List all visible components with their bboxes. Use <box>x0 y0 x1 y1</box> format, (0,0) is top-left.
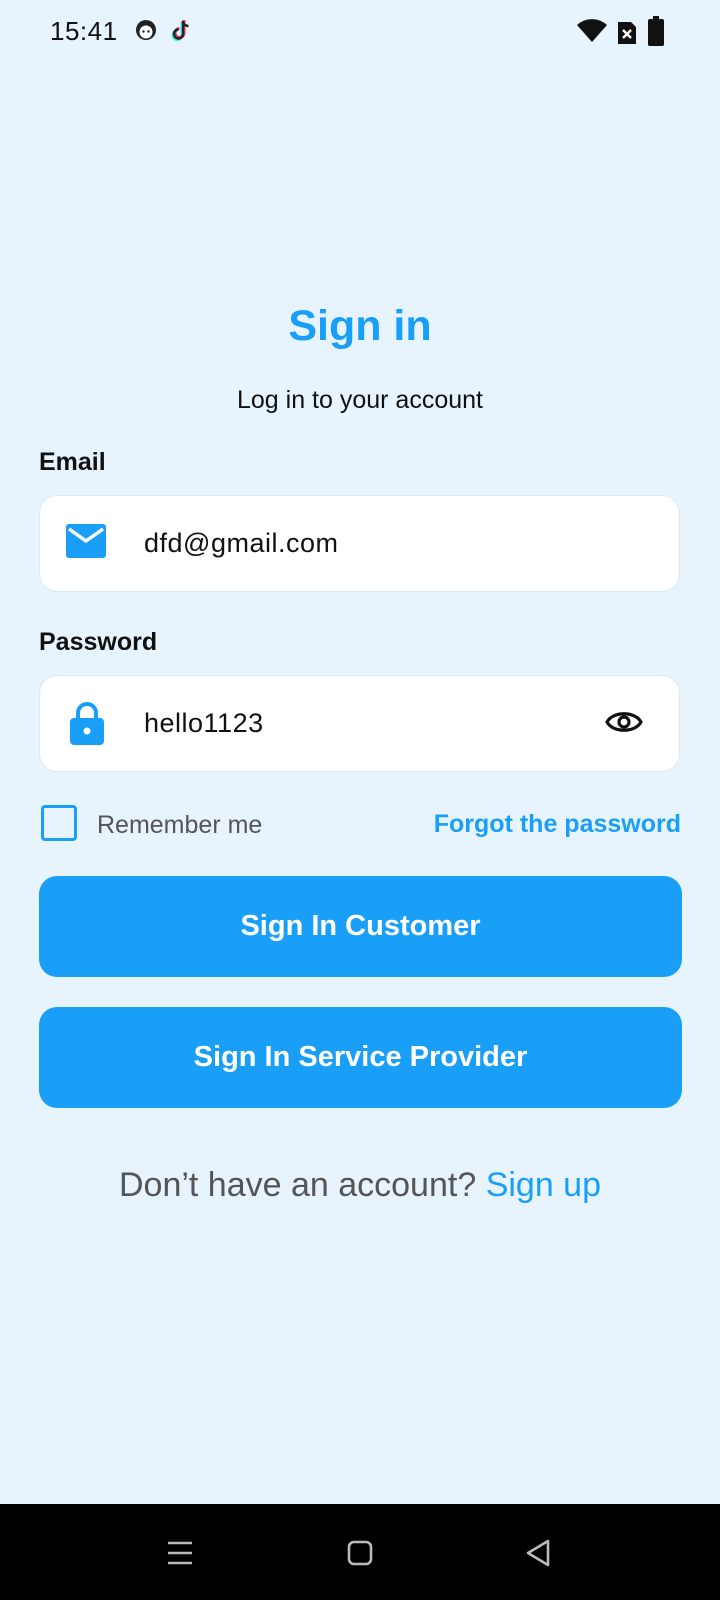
eye-icon[interactable] <box>605 708 643 741</box>
wifi-icon <box>576 16 608 49</box>
lock-icon <box>70 701 104 750</box>
remember-me-label: Remember me <box>97 811 263 839</box>
back-icon[interactable] <box>524 1538 552 1573</box>
password-label: Password <box>39 628 158 656</box>
status-time: 15:41 <box>50 16 118 46</box>
sign-in-customer-button[interactable]: Sign In Customer <box>39 876 682 977</box>
mail-icon <box>66 524 106 563</box>
password-field[interactable]: hello1123 <box>39 675 680 772</box>
signup-prompt: Don’t have an account? <box>118 1166 486 1204</box>
sign-in-service-provider-button[interactable]: Sign In Service Provider <box>39 1007 682 1108</box>
sign-up-link[interactable]: Sign up <box>486 1166 601 1204</box>
navigation-bar <box>0 1504 720 1600</box>
menu-icon[interactable] <box>166 1540 194 1571</box>
status-bar: 15:41 <box>0 0 720 64</box>
forgot-password-link[interactable]: Forgot the password <box>434 810 681 839</box>
no-sim-icon <box>616 20 638 51</box>
password-value: hello1123 <box>144 708 264 738</box>
email-label: Email <box>39 448 106 476</box>
email-field[interactable]: dfd@gmail.com <box>39 495 680 592</box>
remember-me-toggle[interactable]: Remember me <box>41 805 281 843</box>
email-value: dfd@gmail.com <box>144 528 339 558</box>
signup-row: Don’t have an account? Sign up <box>0 1166 720 1205</box>
home-icon[interactable] <box>347 1540 373 1571</box>
battery-icon <box>648 16 664 51</box>
remember-me-checkbox[interactable] <box>41 805 77 841</box>
page-subtitle: Log in to your account <box>237 386 483 414</box>
face-app-icon <box>134 18 158 47</box>
tiktok-icon <box>168 18 194 49</box>
page-title: Sign in <box>288 302 432 350</box>
